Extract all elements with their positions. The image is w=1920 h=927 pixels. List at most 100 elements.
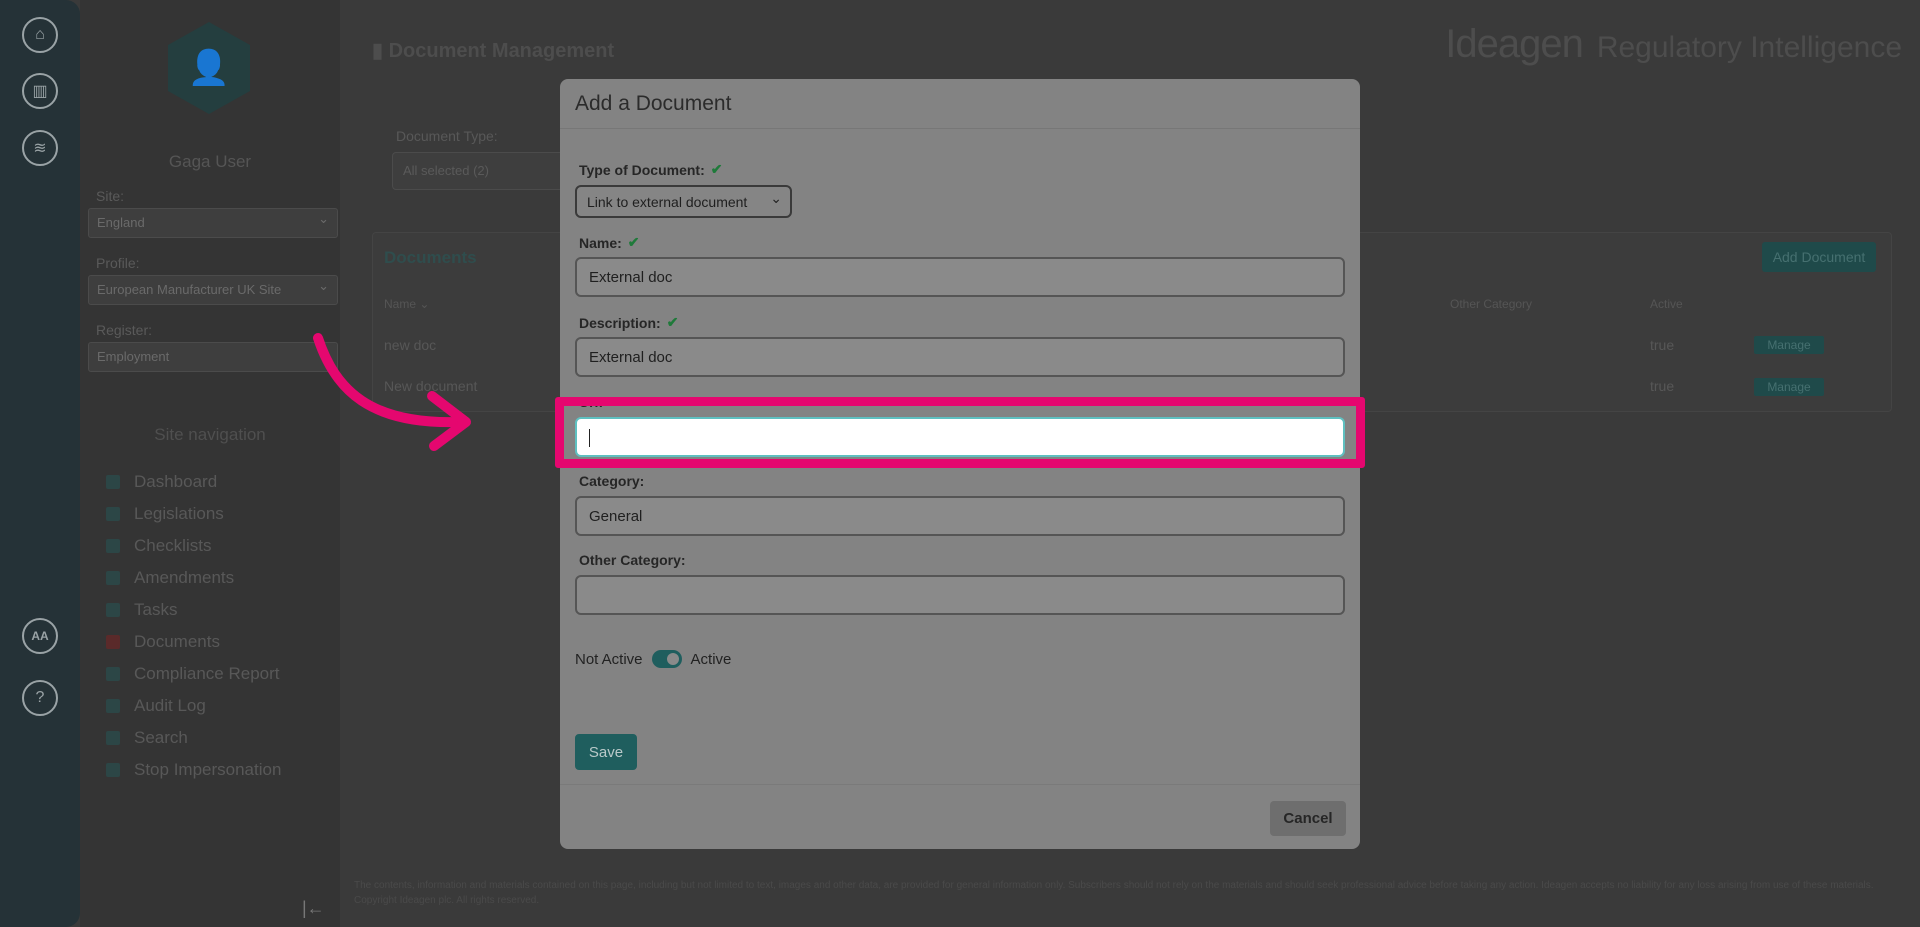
document-type-value: Link to external document [587,194,748,210]
settings-sliders-icon[interactable]: ≋ [22,130,58,166]
nav-item-stop-impersonation[interactable]: Stop Impersonation [106,760,281,780]
page-title: ▮ Document Management [372,40,615,62]
pointer-arrow-icon [313,333,471,451]
doc-type-value: All selected (2) [403,163,489,178]
name-label: Name: ✔ [579,234,640,251]
stop-icon [106,763,120,777]
nav-label: Amendments [134,568,235,587]
nav-item-tasks[interactable]: Tasks [106,600,177,620]
row-active: true [1650,337,1675,353]
doc-type-label: Document Type: [396,128,498,144]
description-value: External doc [589,349,673,366]
icon-rail: ⌂ ▥ ≋ AA ? [0,0,80,927]
building-icon[interactable]: ▥ [22,73,58,109]
add-document-button[interactable]: Add Document [1762,242,1876,272]
nav-label: Dashboard [134,472,218,491]
search-icon [106,731,120,745]
other-category-label: Other Category: [579,552,686,568]
nav-label: Search [134,728,188,747]
active-toggle[interactable] [651,650,682,668]
nav-label: Stop Impersonation [134,760,282,779]
nav-label: Compliance Report [134,664,280,683]
nav-heading: Site navigation [154,425,266,444]
nav-label: Legislations [134,504,224,523]
nav-item-legislations[interactable]: Legislations [106,504,224,524]
check-icon: ✔ [710,161,723,177]
type-label-text: Type of Document: [579,161,705,178]
category-label: Category: [579,473,644,489]
manage-button[interactable]: Manage [1754,336,1824,354]
profile-select[interactable]: European Manufacturer UK Site [88,275,338,305]
brand-name: Ideagen [1445,22,1584,66]
user-name: Gaga User [168,152,252,171]
document-type-select[interactable]: Link to external document [575,185,792,218]
tasks-icon [106,603,120,617]
page-title-text: Document Management [388,40,615,62]
nav-item-checklists[interactable]: Checklists [106,536,211,556]
audit-icon [106,699,120,713]
highlight-box [555,397,1365,468]
documents-heading: Documents [384,248,477,267]
profile-label: Profile: [96,255,140,271]
collapse-sidebar-icon[interactable]: |← [302,898,325,919]
description-label: Description: ✔ [579,314,678,331]
modal-footer-divider [560,784,1360,785]
user-avatar-icon: 👤 [168,22,250,114]
register-select[interactable]: Employment [88,342,338,372]
user-initials-icon[interactable]: AA [22,618,58,654]
nav-item-documents[interactable]: Documents [106,632,220,652]
modal-title: Add a Document [560,79,1360,129]
profile-value: European Manufacturer UK Site [97,282,282,297]
home-icon[interactable]: ⌂ [22,17,58,53]
column-header-other-category: Other Category [1450,297,1533,311]
check-icon: ✔ [627,234,640,250]
doc-type-select[interactable]: All selected (2) [392,152,572,190]
other-category-input[interactable] [575,575,1345,615]
description-input[interactable]: External doc [575,337,1345,377]
nav-item-compliance-report[interactable]: Compliance Report [106,664,280,684]
category-label-text: Category: [579,473,645,489]
site-select[interactable]: England [88,208,338,238]
amendment-icon [106,571,120,585]
description-label-text: Description: [579,314,661,331]
row-active: true [1650,378,1675,394]
site-value: England [97,215,145,230]
manage-button[interactable]: Manage [1754,378,1824,396]
sidebar: 👤 Gaga User Site: England Profile: Europ… [80,0,340,927]
register-label: Register: [96,322,153,338]
footer-disclaimer: The contents, information and materials … [354,880,1874,906]
report-icon [106,667,120,681]
check-icon: ✔ [666,314,679,330]
type-label: Type of Document: ✔ [579,161,722,178]
gavel-icon [106,507,120,521]
document-icon [106,635,120,649]
site-label: Site: [96,188,125,204]
other-category-label-text: Other Category: [579,552,686,568]
name-input[interactable]: External doc [575,257,1345,297]
nav-label: Audit Log [134,696,206,715]
brand-product: Regulatory Intelligence [1596,31,1902,64]
dashboard-icon [106,475,120,489]
column-header-active: Active [1650,297,1683,311]
nav-label: Checklists [134,536,212,555]
toggle-on-label: Active [690,650,732,668]
nav-item-search[interactable]: Search [106,728,188,748]
active-toggle-row: Not Active Active [575,650,731,668]
help-icon[interactable]: ? [22,680,58,716]
column-header-name[interactable]: Name ⌄ [384,297,429,311]
nav-item-amendments[interactable]: Amendments [106,568,234,588]
checklist-icon [106,539,120,553]
brand-logo: Ideagen Regulatory Intelligence [1445,22,1902,67]
category-value: General [589,508,643,525]
nav-item-audit-log[interactable]: Audit Log [106,696,206,716]
nav-item-dashboard[interactable]: Dashboard [106,472,217,492]
nav-label: Documents [134,632,220,651]
cancel-button[interactable]: Cancel [1270,801,1346,836]
nav-label: Tasks [134,600,178,619]
save-button[interactable]: Save [575,734,637,770]
register-value: Employment [97,349,170,364]
name-label-text: Name: [579,234,622,251]
name-value: External doc [589,269,673,286]
category-input[interactable]: General [575,496,1345,536]
toggle-off-label: Not Active [575,650,643,668]
